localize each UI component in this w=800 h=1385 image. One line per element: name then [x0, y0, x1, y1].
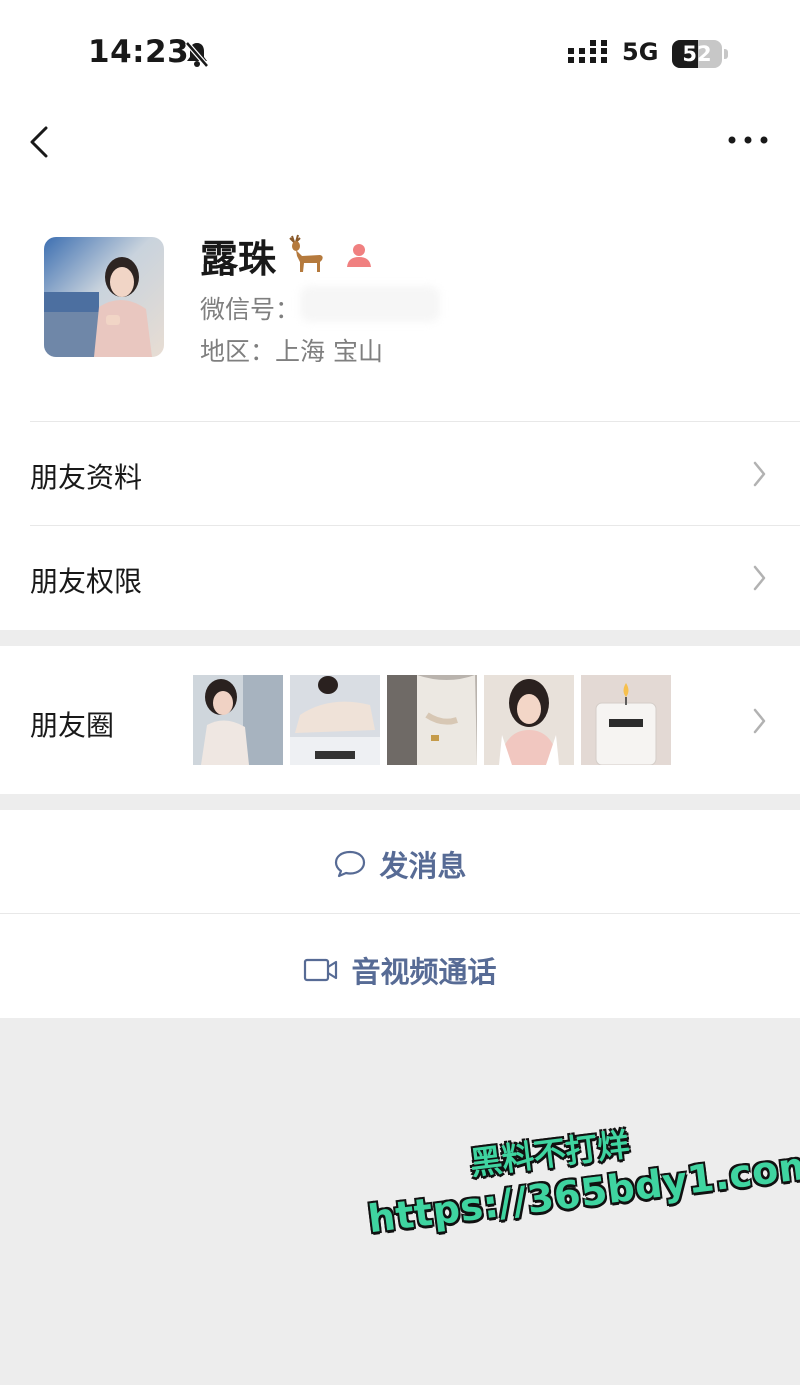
battery-icon: 52	[672, 40, 728, 68]
moments-photo	[193, 675, 283, 765]
more-dots-icon[interactable]	[726, 130, 770, 150]
status-time: 14:23	[88, 34, 190, 70]
moments-photo	[290, 675, 380, 765]
send-message-label: 发消息	[379, 849, 467, 883]
mute-bell-icon	[185, 41, 209, 68]
send-message-button[interactable]: 发消息	[0, 810, 800, 914]
moments-photo	[484, 675, 574, 765]
chevron-right-icon	[753, 708, 766, 734]
chat-bubble-icon	[335, 850, 366, 878]
profile-header: 露珠 微信号： 地区：上海 宝山	[0, 190, 800, 422]
moments-row[interactable]: 朋友圈	[0, 646, 800, 794]
chevron-left-icon[interactable]	[26, 122, 56, 162]
profile-name: 露珠	[200, 237, 277, 281]
network-type: 5G	[622, 38, 659, 66]
friend-info-row[interactable]: 朋友资料	[0, 422, 800, 526]
signal-icon	[568, 40, 607, 63]
moments-photo	[581, 675, 671, 765]
battery-level: 52	[682, 42, 712, 66]
video-call-button[interactable]: 音视频通话	[0, 914, 800, 1018]
friend-badge-icon	[347, 244, 371, 267]
video-camera-icon	[304, 958, 338, 982]
friend-permissions-label: 朋友权限	[30, 565, 143, 598]
status-bar: 14:23 5G 52	[0, 0, 800, 100]
moments-label: 朋友圈	[30, 709, 115, 742]
region-label: 地区：上海 宝山	[200, 337, 383, 366]
wechat-id-value-redacted	[300, 286, 440, 322]
nav-bar	[0, 100, 800, 190]
watermark: 黑料不打烊 https://365bdy1.com	[360, 1097, 800, 1241]
chevron-right-icon	[753, 565, 766, 591]
video-call-label: 音视频通话	[351, 955, 497, 989]
moments-thumbnails	[193, 675, 671, 765]
avatar[interactable]	[44, 237, 164, 357]
friend-permissions-row[interactable]: 朋友权限	[0, 526, 800, 630]
moments-photo	[387, 675, 477, 765]
wechat-id-label: 微信号：	[200, 295, 301, 324]
friend-info-label: 朋友资料	[30, 461, 143, 494]
deer-icon	[289, 234, 323, 272]
chevron-right-icon	[753, 461, 766, 487]
